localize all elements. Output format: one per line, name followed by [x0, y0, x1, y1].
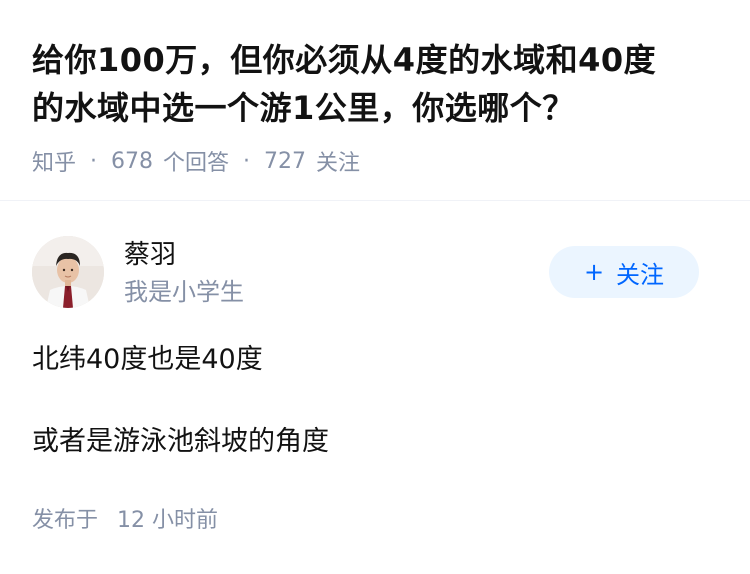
question-header: 给你100万，但你必须从4度的水域和40度 的水域中选一个游1公里，你选哪个？ … — [32, 36, 722, 176]
avatar[interactable] — [32, 236, 104, 308]
author-name[interactable]: 蔡羽 — [124, 238, 176, 272]
question-title-line-1[interactable]: 给你100万，但你必须从4度的水域和40度 — [32, 36, 722, 84]
source-label[interactable]: 知乎 — [32, 145, 76, 177]
answer-paragraph: 或者是游泳池斜坡的角度 — [32, 426, 329, 457]
question-title-line-2[interactable]: 的水域中选一个游1公里，你选哪个？ — [32, 84, 722, 132]
section-divider — [0, 200, 750, 201]
answer-content: 北纬40度也是40度 或者是游泳池斜坡的角度 — [32, 340, 722, 462]
question-title[interactable]: 给你100万，但你必须从4度的水域和40度 的水域中选一个游1公里，你选哪个？ — [32, 36, 722, 132]
answers-count: 678 — [111, 148, 154, 174]
answers-label: 个回答 — [163, 151, 230, 176]
followers-label: 关注 — [316, 151, 361, 176]
author-card: 蔡羽 我是小学生 + 关注 — [32, 236, 722, 308]
plus-icon: + — [583, 258, 605, 286]
meta-separator: · — [90, 148, 98, 174]
publish-info: 发布于 12 小时前 — [32, 506, 218, 536]
published-label: 发布于 — [32, 508, 99, 533]
author-bio: 我是小学生 — [124, 278, 244, 306]
question-meta: 知乎 · 678 个回答 · 727 关注 — [32, 145, 722, 177]
published-time: 12 小时前 — [117, 508, 219, 533]
followers-count: 727 — [264, 148, 307, 174]
avatar-image — [32, 236, 104, 308]
follow-button[interactable]: + 关注 — [549, 246, 699, 298]
follow-button-label: 关注 — [616, 260, 665, 289]
meta-separator: · — [243, 148, 251, 174]
answer-paragraph: 北纬40度也是40度 — [32, 344, 263, 375]
